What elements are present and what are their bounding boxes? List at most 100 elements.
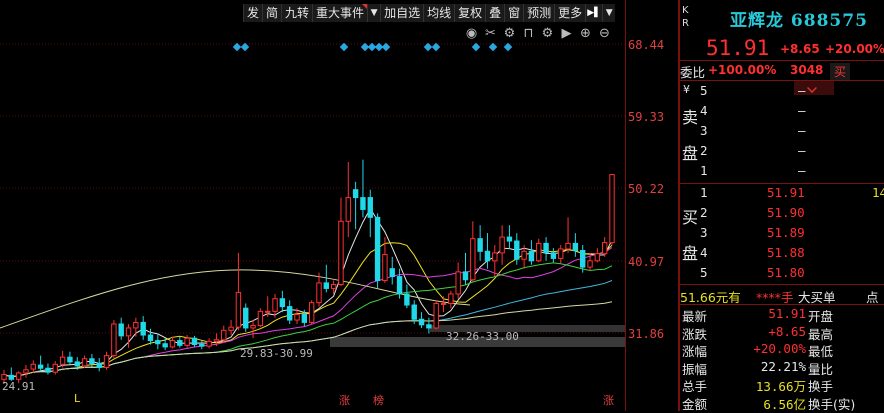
chevron-down-icon[interactable]: ▼ xyxy=(602,4,616,22)
candle-body xyxy=(360,197,366,210)
buy-level-price[interactable]: 51.89 xyxy=(767,225,805,240)
candle-body xyxy=(206,340,212,347)
gear-icon[interactable]: ⚙ xyxy=(540,26,555,41)
sell-level-num: 3 xyxy=(700,123,708,138)
toolbar-item-jian[interactable]: 简 xyxy=(262,4,282,22)
sell-level-price[interactable]: — xyxy=(798,103,806,118)
weicha-value: 3048 xyxy=(790,63,824,77)
zoom-in-icon[interactable]: ⊕ xyxy=(578,26,593,41)
toolbar-item-ma[interactable]: 均线 xyxy=(423,4,455,22)
sell-level-num: 4 xyxy=(700,103,708,118)
candle-body xyxy=(118,323,124,337)
toolbar-item-more[interactable]: 更多 xyxy=(554,4,586,22)
play-icon[interactable]: ▶▌ xyxy=(585,4,603,22)
candle-body xyxy=(1,374,7,380)
buy-level-price[interactable]: 51.90 xyxy=(767,205,805,220)
buy-level-num: 1 xyxy=(700,185,708,200)
sell-level-num: 5 xyxy=(700,83,708,98)
toolbar-item-events[interactable]: 重大事件 xyxy=(312,4,368,22)
eye-icon[interactable]: ◉ xyxy=(464,26,479,41)
stat-label: 涨幅 xyxy=(682,344,708,359)
candle-body xyxy=(257,310,264,327)
candle-body xyxy=(426,324,432,329)
y-tick-label: 59.33 xyxy=(628,110,665,124)
candle-body xyxy=(155,340,161,345)
lock-icon[interactable]: ⊓ xyxy=(521,26,536,41)
toolbar-item-jiuzhuan[interactable]: 九转 xyxy=(281,4,313,22)
stock-code: 688575 xyxy=(790,11,868,31)
buy-level-num: 3 xyxy=(700,225,708,240)
limit-up-marker: 涨 xyxy=(339,394,350,407)
candle-body xyxy=(147,334,154,342)
buy-button[interactable]: 买 xyxy=(830,63,851,80)
buy-level-price[interactable]: 51.88 xyxy=(767,245,805,260)
candle-body xyxy=(81,358,88,367)
candle-body xyxy=(550,252,557,259)
sell-level-num: 1 xyxy=(700,163,708,178)
candle-body xyxy=(367,197,373,218)
kline-chart[interactable]: 发 简 九转 重大事件 ▼ 加自选 均线 复权 叠 窗 预测 更多 ▶▌ ▼ ◉… xyxy=(0,0,680,411)
candle-body xyxy=(338,220,344,285)
toolbar-item-forecast[interactable]: 预测 xyxy=(523,4,555,22)
quote-panel: KR 亚辉龙 688575 51.91 +8.65 +20.00% 委比 +10… xyxy=(680,0,884,412)
y-tick-label: 50.22 xyxy=(628,182,665,196)
candle-body xyxy=(455,271,461,295)
scissors-icon[interactable]: ✂ xyxy=(483,26,498,41)
toolbar-item-overlay[interactable]: 叠 xyxy=(485,4,505,22)
last-price: 51.91 xyxy=(706,36,770,60)
candle-body xyxy=(448,293,454,304)
candle-body xyxy=(323,282,330,289)
sell-level-price[interactable]: — xyxy=(798,123,806,138)
zoom-out-icon[interactable]: ⊖ xyxy=(597,26,612,41)
toolbar-item-fa[interactable]: 发 xyxy=(243,4,263,22)
candle-body xyxy=(184,337,190,346)
candle-body xyxy=(492,252,498,262)
candle-body xyxy=(330,283,337,289)
play-icon[interactable]: ▶ xyxy=(559,26,574,41)
ranking-marker: 榜 xyxy=(373,394,384,407)
candle-body xyxy=(169,340,176,348)
weibi-value: +100.00% xyxy=(708,63,777,77)
chevron-down-icon[interactable]: ▼ xyxy=(367,4,381,22)
stat-label: 最高 xyxy=(808,326,834,342)
l-marker: L xyxy=(74,392,81,405)
candle-body xyxy=(250,325,256,329)
buy-level-price[interactable]: 51.80 xyxy=(767,265,805,280)
candle-body xyxy=(125,327,132,337)
buy-side-label: 买盘 xyxy=(682,208,699,263)
candle-body xyxy=(536,242,542,262)
stat-value: 22.21% xyxy=(760,358,806,374)
candle-body xyxy=(499,236,505,254)
sell-level-price[interactable]: — xyxy=(798,83,806,98)
candle-body xyxy=(440,302,447,305)
toolbar-item-window[interactable]: 窗 xyxy=(504,4,524,22)
range-annotation: 32.26-33.00 xyxy=(446,330,519,343)
candle-body xyxy=(477,238,483,252)
candle-body xyxy=(213,339,220,342)
toolbar-item-add-watchlist[interactable]: 加自选 xyxy=(380,4,424,22)
buy-level-price[interactable]: 51.91 xyxy=(767,185,805,200)
candle-body xyxy=(389,268,395,278)
candle-body xyxy=(96,362,102,368)
stock-title: 亚辉龙 688575 xyxy=(730,6,868,31)
divider xyxy=(680,80,884,81)
sell-level-price[interactable]: — xyxy=(798,163,806,178)
toolbar-item-adjust[interactable]: 复权 xyxy=(454,4,486,22)
stat-value: 13.66万 xyxy=(755,379,806,394)
candle-body xyxy=(565,242,571,250)
stat-label: 最低 xyxy=(808,344,834,359)
candle-body xyxy=(140,321,146,336)
gear-icon[interactable]: ⚙ xyxy=(502,26,517,41)
candle-body xyxy=(594,253,601,262)
stat-value: 51.91 xyxy=(768,306,806,321)
stat-label: 最新 xyxy=(682,309,708,324)
candle-body xyxy=(243,307,249,329)
sell-level-price[interactable]: — xyxy=(798,143,806,158)
low-price-label: 24.91 xyxy=(2,380,36,393)
candle-body xyxy=(521,250,527,260)
divider xyxy=(680,60,884,61)
candle-body xyxy=(580,250,586,268)
candle-body xyxy=(191,337,198,346)
candle-body xyxy=(396,276,403,295)
divider xyxy=(680,183,884,184)
